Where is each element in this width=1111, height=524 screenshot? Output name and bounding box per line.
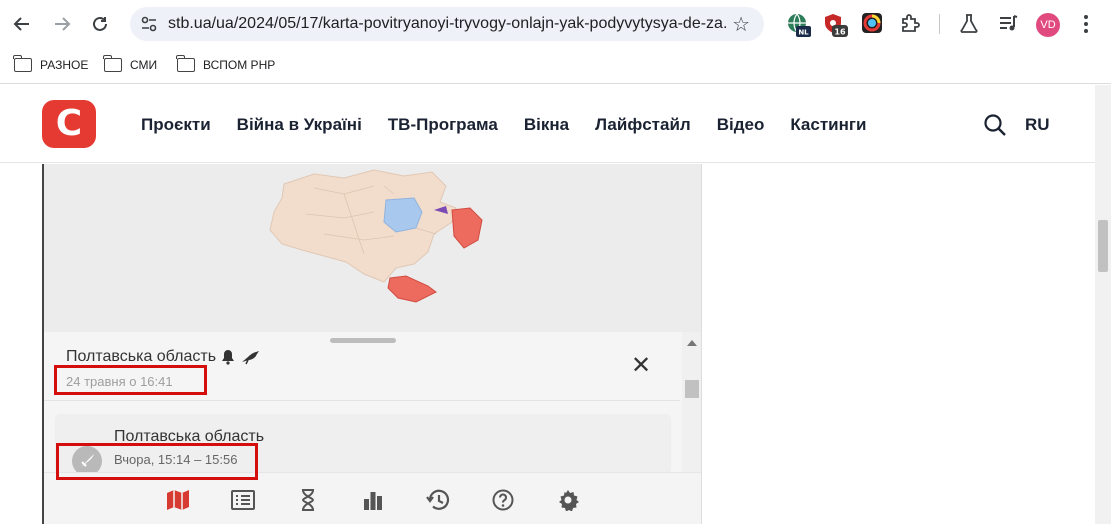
toolbar-separator xyxy=(939,14,940,34)
page-scrollbar-thumb[interactable] xyxy=(1098,220,1108,272)
back-icon[interactable] xyxy=(10,12,34,36)
map-territory xyxy=(269,169,457,283)
menu-item-vikna[interactable]: Вікна xyxy=(524,115,569,135)
hourglass-icon[interactable] xyxy=(295,487,321,513)
menu-item-video[interactable]: Відео xyxy=(717,115,765,135)
current-alert-title: Полтавська область xyxy=(66,348,260,366)
language-switch[interactable]: RU xyxy=(1025,115,1050,135)
media-controls-icon[interactable] xyxy=(997,12,1021,36)
list-icon[interactable] xyxy=(230,487,256,513)
ukraine-alert-map[interactable] xyxy=(44,164,701,332)
site-header: С Проєкти Війна в Україні ТВ-Програма Ві… xyxy=(0,85,1095,163)
url-text: stb.ua/ua/2024/05/17/karta-povitryanoyi-… xyxy=(168,15,728,32)
map-region-east-alert xyxy=(451,207,483,249)
alert-bottom-sheet: Полтавська область 24 травня о 16:41 ✕ П… xyxy=(44,332,701,524)
browser-menu-icon[interactable] xyxy=(1074,12,1098,36)
map-icon[interactable] xyxy=(165,487,191,513)
stb-logo[interactable]: С xyxy=(42,100,96,148)
sheet-divider xyxy=(44,400,680,401)
sheet-scrollbar[interactable] xyxy=(682,332,701,472)
menu-item-projects[interactable]: Проєкти xyxy=(141,115,211,135)
folder-icon xyxy=(13,55,32,72)
count-badge: 16 xyxy=(834,28,846,37)
settings-icon[interactable] xyxy=(555,487,581,513)
search-icon[interactable] xyxy=(983,113,1007,137)
extensions-puzzle-icon[interactable] xyxy=(899,12,923,36)
map-region-crimea-alert xyxy=(387,275,437,303)
bookmark-folder-raznoe[interactable]: РАЗНОЕ xyxy=(13,55,88,72)
ublock-extension-icon[interactable]: 16 xyxy=(823,12,848,37)
browser-toolbar: stb.ua/ua/2024/05/17/karta-povitryanoyi-… xyxy=(0,0,1111,48)
address-bar[interactable]: stb.ua/ua/2024/05/17/karta-povitryanoyi-… xyxy=(130,7,764,41)
site-info-icon[interactable] xyxy=(140,15,158,33)
forward-icon[interactable] xyxy=(50,12,74,36)
bookmarks-bar: РАЗНОЕ СМИ ВСПОМ PHP xyxy=(0,48,1111,84)
close-icon[interactable]: ✕ xyxy=(631,354,651,378)
reload-icon[interactable] xyxy=(88,12,112,36)
bar-chart-icon[interactable] xyxy=(360,487,386,513)
bookmark-folder-vspom-php[interactable]: ВСПОМ PHP xyxy=(176,55,275,72)
help-icon[interactable] xyxy=(490,487,516,513)
profile-avatar[interactable]: VD xyxy=(1036,13,1060,37)
menu-item-lifestyle[interactable]: Лайфстайл xyxy=(595,115,691,135)
menu-item-war[interactable]: Війна в Україні xyxy=(237,115,362,135)
highlight-current-time xyxy=(54,365,207,395)
translate-extension-icon[interactable]: NL xyxy=(786,12,811,37)
labs-flask-icon[interactable] xyxy=(958,12,982,36)
bookmark-star-icon[interactable]: ☆ xyxy=(732,12,750,37)
main-menu: Проєкти Війна в Україні ТВ-Програма Вікн… xyxy=(141,115,892,135)
highlight-history-time xyxy=(56,443,258,480)
history-icon[interactable] xyxy=(425,487,451,513)
color-picker-extension-icon[interactable] xyxy=(861,12,885,36)
menu-item-castings[interactable]: Кастинги xyxy=(790,115,866,135)
bird-icon xyxy=(242,351,260,365)
bookmark-folder-smi[interactable]: СМИ xyxy=(103,55,157,72)
map-region-kyiv-oblast xyxy=(383,197,423,233)
bell-icon xyxy=(222,350,235,365)
menu-item-tv-program[interactable]: ТВ-Програма xyxy=(388,115,498,135)
sheet-scrollbar-thumb[interactable] xyxy=(685,380,699,398)
folder-icon xyxy=(176,55,195,72)
sheet-drag-handle[interactable] xyxy=(330,338,396,343)
nl-badge: NL xyxy=(798,29,809,37)
folder-icon xyxy=(103,55,122,72)
scroll-up-icon[interactable] xyxy=(687,340,697,346)
page-scrollbar[interactable] xyxy=(1095,85,1111,524)
